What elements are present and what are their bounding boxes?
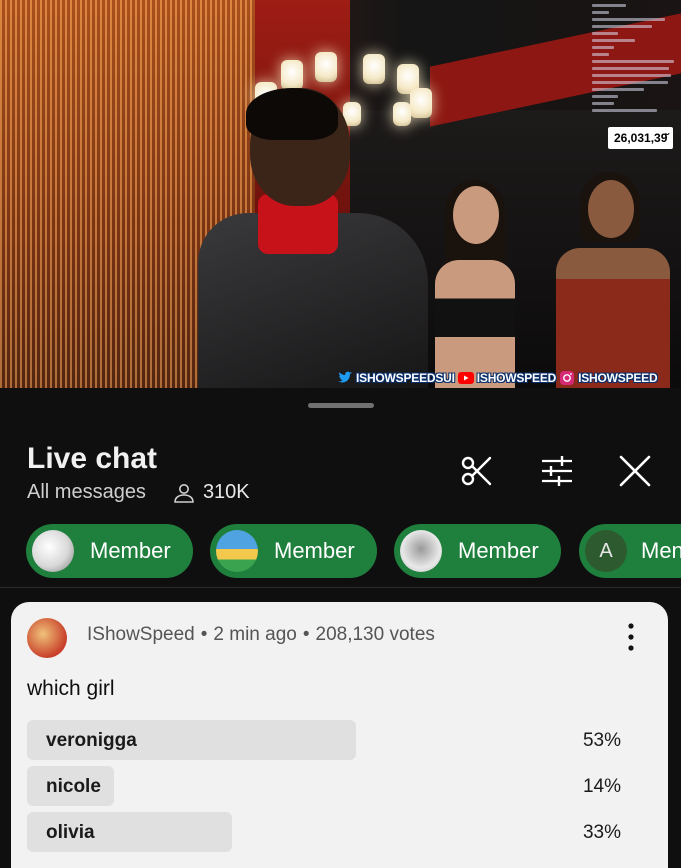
social-handles: ISHOWSPEEDSUI ISHOWSPEED ISHOWSPEED bbox=[337, 369, 658, 387]
poll-card: IShowSpeed • 2 min ago • 208,130 votes which… bbox=[11, 602, 668, 868]
chat-filter-selector[interactable]: All messages bbox=[27, 481, 146, 504]
divider bbox=[0, 587, 681, 588]
member-avatar bbox=[400, 530, 442, 572]
viewer-count-badge: 26,031,39̆ bbox=[608, 127, 674, 149]
poll-option-percent: 33% bbox=[582, 822, 621, 843]
chat-title: Live chat bbox=[27, 442, 158, 475]
poll-option-label: olivia bbox=[46, 822, 95, 843]
youtube-handle: ISHOWSPEED bbox=[476, 371, 557, 385]
stream-chat-overlay bbox=[592, 4, 678, 112]
member-chip[interactable]: Member bbox=[210, 524, 377, 578]
instagram-handle: ISHOWSPEED bbox=[578, 371, 658, 385]
poll-option-percent: 53% bbox=[582, 730, 621, 751]
close-icon[interactable] bbox=[618, 454, 652, 488]
chip-label: Member bbox=[458, 538, 539, 563]
girl-figure-left bbox=[425, 180, 525, 388]
poll-meta: IShowSpeed • 2 min ago • 208,130 votes bbox=[87, 624, 435, 646]
more-options-icon[interactable] bbox=[627, 622, 635, 652]
member-avatar-letter: A bbox=[585, 530, 627, 572]
tune-icon[interactable] bbox=[540, 454, 574, 488]
streamer-figure bbox=[198, 88, 428, 388]
poll-author: IShowSpeed bbox=[87, 624, 195, 645]
poll-option[interactable]: nicole 14% bbox=[27, 766, 647, 806]
member-chip[interactable]: Member bbox=[26, 524, 193, 578]
chip-label: Men bbox=[641, 538, 681, 563]
separator: • bbox=[302, 624, 310, 645]
youtube-icon bbox=[457, 372, 474, 384]
separator: • bbox=[200, 624, 208, 645]
poll-question: which girl bbox=[27, 677, 115, 700]
member-chip-row: Member Member Member A Men bbox=[26, 524, 681, 578]
drag-handle[interactable] bbox=[308, 403, 374, 408]
chat-subheader: All messages 310K bbox=[27, 481, 250, 504]
member-chip[interactable]: Member bbox=[394, 524, 561, 578]
member-avatar bbox=[32, 530, 74, 572]
video-player[interactable]: 26,031,39̆ ISHOWSPEEDSUI ISHOWSPEED ISHO… bbox=[0, 0, 681, 388]
poll-option-percent: 14% bbox=[582, 776, 621, 797]
poll-option-label: veronigga bbox=[46, 730, 137, 751]
poll-option-label: nicole bbox=[46, 776, 101, 797]
instagram-icon bbox=[560, 371, 575, 385]
poll-votes: 208,130 votes bbox=[315, 624, 435, 645]
member-chip[interactable]: A Men bbox=[579, 524, 681, 578]
twitter-handle: ISHOWSPEEDSUI bbox=[356, 371, 455, 385]
person-icon bbox=[174, 483, 194, 503]
poll-option[interactable]: veronigga 53% bbox=[27, 720, 647, 760]
member-avatar bbox=[216, 530, 258, 572]
live-chat-panel: Live chat All messages 310K Member Membe… bbox=[0, 390, 681, 868]
chip-label: Member bbox=[90, 538, 171, 563]
author-avatar bbox=[27, 618, 67, 658]
poll-option[interactable]: olivia 33% bbox=[27, 812, 647, 852]
scissors-icon[interactable] bbox=[460, 454, 494, 488]
girl-figure-right bbox=[548, 172, 678, 388]
viewer-count: 310K bbox=[202, 481, 250, 503]
chip-label: Member bbox=[274, 538, 355, 563]
poll-time: 2 min ago bbox=[213, 624, 297, 645]
twitter-icon bbox=[338, 371, 352, 383]
